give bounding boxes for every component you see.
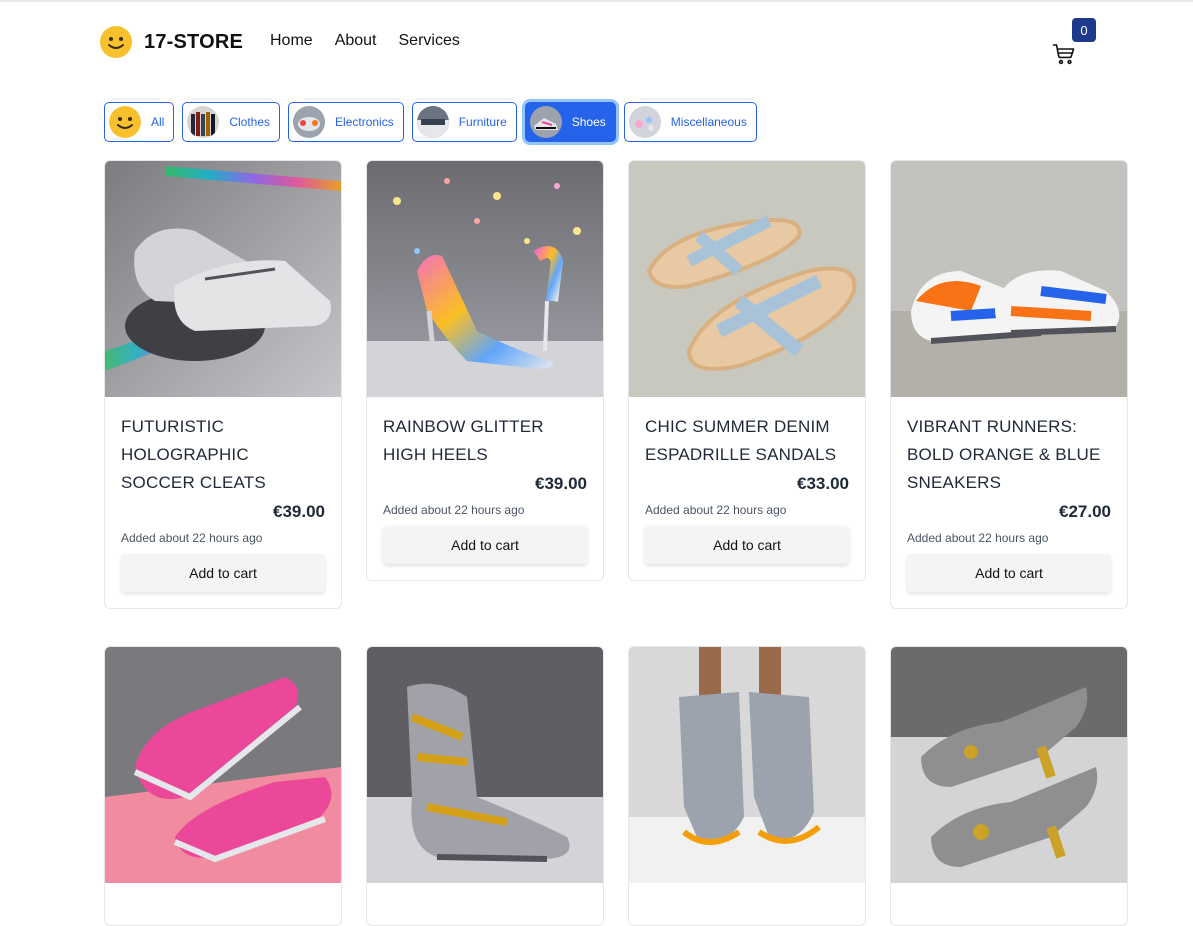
product-title[interactable]: CHIC SUMMER DENIM ESPADRILLE SANDALS <box>645 413 849 469</box>
product-added-time: Added about 22 hours ago <box>907 531 1049 545</box>
shoes-thumbnail <box>529 106 562 138</box>
product-card[interactable]: CHIC SUMMER DENIM ESPADRILLE SANDALS €33… <box>628 160 866 581</box>
miscellaneous-thumbnail <box>628 106 661 138</box>
nav-about[interactable]: About <box>335 32 377 50</box>
product-price: €39.00 <box>273 502 325 521</box>
product-card[interactable] <box>890 646 1128 926</box>
product-price: €27.00 <box>1059 502 1111 521</box>
category-filter-bar: All Clothes Electronics Furniture Shoes … <box>104 102 765 142</box>
add-to-cart-button[interactable]: Add to cart <box>645 526 849 564</box>
product-image-gray-block-heels[interactable] <box>891 647 1127 883</box>
product-card-body: FUTURISTIC HOLOGRAPHIC SOCCER CLEATS €39… <box>105 397 341 608</box>
add-to-cart-button[interactable]: Add to cart <box>121 554 325 592</box>
product-card-body: CHIC SUMMER DENIM ESPADRILLE SANDALS €33… <box>629 397 865 580</box>
category-label: All <box>151 115 165 129</box>
product-card[interactable]: RAINBOW GLITTER HIGH HEELS €39.00 Added … <box>366 160 604 581</box>
product-image-soccer-cleats[interactable] <box>105 161 341 397</box>
product-title[interactable]: FUTURISTIC HOLOGRAPHIC SOCCER CLEATS <box>121 413 325 497</box>
product-price: €39.00 <box>535 474 587 493</box>
category-label: Miscellaneous <box>670 115 747 129</box>
add-to-cart-button[interactable]: Add to cart <box>907 554 1111 592</box>
product-added-time: Added about 22 hours ago <box>645 503 787 517</box>
cart-count-badge: 0 <box>1072 18 1096 42</box>
category-electronics-button[interactable]: Electronics <box>288 102 404 142</box>
main-nav: Home About Services <box>270 32 482 50</box>
add-to-cart-button[interactable]: Add to cart <box>383 526 587 564</box>
site-header: 17-STORE Home About Services 0 <box>0 0 1193 90</box>
category-label: Electronics <box>335 115 394 129</box>
product-card[interactable] <box>366 646 604 926</box>
clothes-thumbnail <box>187 106 220 138</box>
product-title[interactable]: RAINBOW GLITTER HIGH HEELS <box>383 413 587 469</box>
product-added-time: Added about 22 hours ago <box>121 531 263 545</box>
product-image-pink-sneakers[interactable] <box>105 647 341 883</box>
product-card[interactable] <box>628 646 866 926</box>
category-miscellaneous-button[interactable]: Miscellaneous <box>623 102 757 142</box>
product-card[interactable] <box>104 646 342 926</box>
product-image-silver-gold-boot[interactable] <box>367 647 603 883</box>
smiley-icon <box>109 106 141 138</box>
product-title[interactable]: VIBRANT RUNNERS: BOLD ORANGE & BLUE SNEA… <box>907 413 1111 497</box>
nav-home[interactable]: Home <box>270 32 313 50</box>
product-image-gray-boots[interactable] <box>629 647 865 883</box>
smiley-logo-icon <box>100 26 132 58</box>
electronics-thumbnail <box>293 106 326 138</box>
product-card[interactable]: VIBRANT RUNNERS: BOLD ORANGE & BLUE SNEA… <box>890 160 1128 609</box>
category-label: Clothes <box>229 115 271 129</box>
nav-services[interactable]: Services <box>399 32 460 50</box>
product-image-orange-blue-sneakers[interactable] <box>891 161 1127 397</box>
category-all-button[interactable]: All <box>104 102 175 142</box>
category-clothes-button[interactable]: Clothes <box>182 102 281 142</box>
category-shoes-button[interactable]: Shoes <box>524 102 616 142</box>
brand-name: 17-STORE <box>144 30 244 53</box>
product-card-body: RAINBOW GLITTER HIGH HEELS €39.00 Added … <box>367 397 603 580</box>
category-furniture-button[interactable]: Furniture <box>411 102 517 142</box>
category-label: Shoes <box>571 115 606 129</box>
product-price: €33.00 <box>797 474 849 493</box>
cart-icon[interactable] <box>1052 42 1076 66</box>
product-image-denim-sandals[interactable] <box>629 161 865 397</box>
product-card-body: VIBRANT RUNNERS: BOLD ORANGE & BLUE SNEA… <box>891 397 1127 608</box>
product-added-time: Added about 22 hours ago <box>383 503 525 517</box>
product-image-glitter-heels[interactable] <box>367 161 603 397</box>
brand-logo[interactable]: 17-STORE <box>100 26 243 58</box>
category-label: Furniture <box>458 115 507 129</box>
furniture-thumbnail <box>416 106 449 138</box>
product-card[interactable]: FUTURISTIC HOLOGRAPHIC SOCCER CLEATS €39… <box>104 160 342 609</box>
